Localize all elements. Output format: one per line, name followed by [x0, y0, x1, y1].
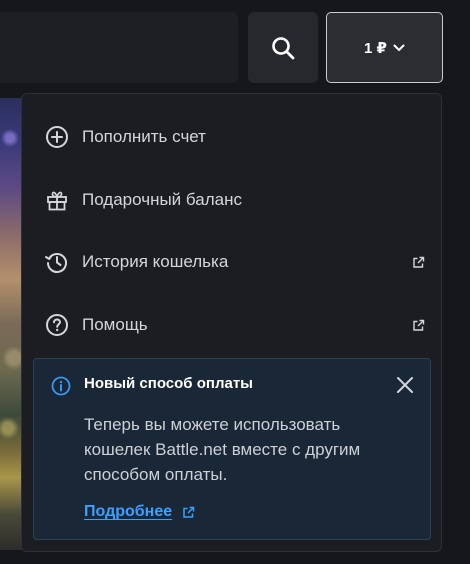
close-button[interactable] — [394, 374, 416, 396]
external-link-icon — [411, 318, 425, 332]
search-icon — [270, 35, 296, 61]
menu-item-wallet-history[interactable]: История кошелька — [22, 231, 441, 293]
menu-item-gift-balance[interactable]: Подарочный баланс — [22, 169, 441, 231]
menu-item-label: Помощь — [82, 315, 148, 334]
menu-item-top-up[interactable]: Пополнить счет — [22, 106, 441, 168]
balance-label: 1 ₽ — [364, 39, 387, 57]
menu-item-label: Пополнить счет — [82, 127, 206, 146]
plus-circle-icon — [44, 124, 70, 150]
close-icon — [396, 376, 414, 394]
wallet-balance-button[interactable]: 1 ₽ — [326, 12, 443, 83]
info-icon — [51, 376, 71, 396]
external-link-icon — [411, 255, 425, 269]
history-icon — [44, 249, 70, 275]
gift-icon — [44, 187, 70, 213]
notice-body: Теперь вы можете использовать кошелек Ba… — [84, 415, 361, 484]
new-payment-method-notice: Новый способ оплаты Теперь вы можете исп… — [33, 358, 431, 540]
search-button[interactable] — [248, 12, 318, 83]
help-circle-icon — [44, 312, 70, 338]
chevron-down-icon — [393, 44, 405, 52]
notice-title: Новый способ оплаты — [84, 375, 253, 392]
search-input[interactable] — [0, 12, 238, 83]
page: 1 ₽ Пополнить счет Подарочный баланс Ист… — [0, 0, 470, 564]
menu-item-label: Подарочный баланс — [82, 190, 242, 209]
wallet-dropdown-menu: Пополнить счет Подарочный баланс История… — [21, 93, 442, 552]
learn-more-label: Подробнее — [84, 503, 173, 520]
learn-more-link[interactable]: Подробнее — [84, 503, 195, 521]
menu-item-label: История кошелька — [82, 252, 229, 271]
menu-item-help[interactable]: Помощь — [22, 294, 441, 356]
external-link-icon — [182, 506, 195, 519]
